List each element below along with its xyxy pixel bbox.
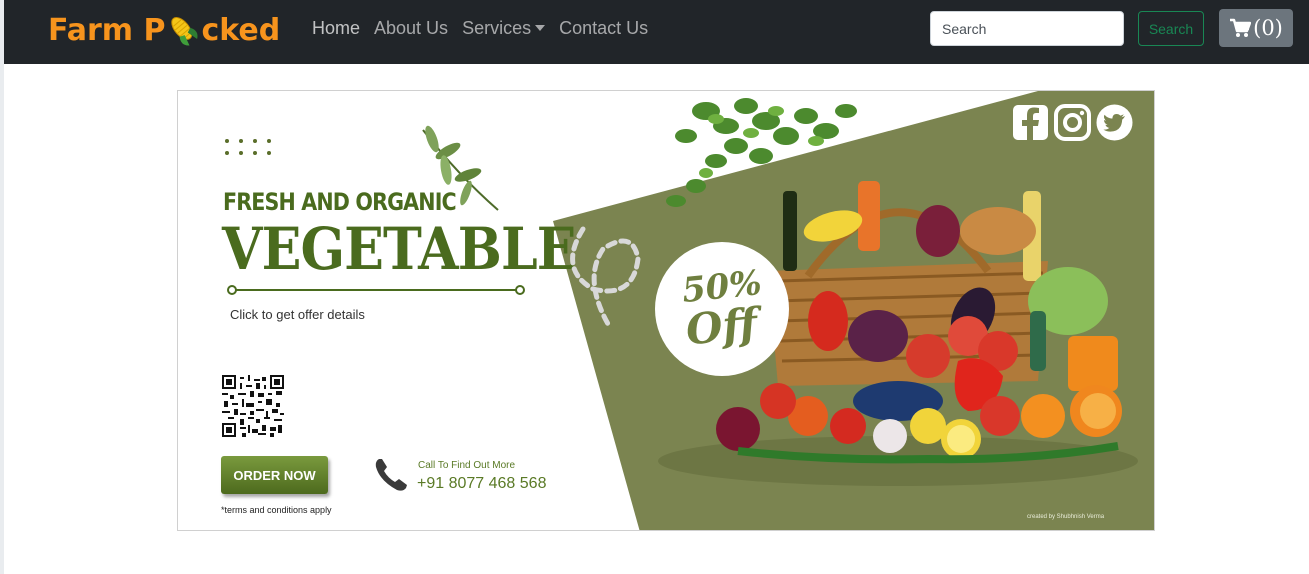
discount-word: Off [683,298,760,355]
headline-big: VEGETABLE [222,215,577,283]
nav-services-dropdown[interactable]: Services [462,16,546,40]
brand-prefix: Farm P [48,12,166,48]
twitter-icon[interactable] [1096,104,1133,141]
call-number[interactable]: +91 8077 468 568 [417,475,546,493]
cart-count: (0) [1253,16,1283,40]
search-input[interactable] [930,11,1124,46]
cart-icon [1230,18,1252,37]
social-icons [1012,104,1133,141]
discount-badge: 50% Off [655,242,789,376]
qr-code-icon [222,375,284,437]
nav-contact-link[interactable]: Contact Us [559,16,648,40]
search-button[interactable]: Search [1138,11,1204,46]
dots-decoration [225,139,271,155]
call-label: Call To Find Out More [418,460,516,471]
navbar: Farm P cked Home About Us Services Conta… [4,0,1309,64]
nav-links: Home About Us Services Contact Us [312,16,662,40]
facebook-icon[interactable] [1012,104,1049,141]
cart-button[interactable]: (0) [1219,9,1293,47]
promo-banner[interactable]: FRESH AND ORGANIC VEGETABLE Click to get… [177,90,1155,531]
offer-details-link[interactable]: Click to get offer details [230,307,365,322]
brand-suffix: cked [201,12,281,48]
instagram-icon[interactable] [1054,104,1091,141]
nav-services-label: Services [462,18,532,38]
chevron-down-icon [535,25,546,31]
headline-small: FRESH AND ORGANIC [223,188,457,216]
nav-home-link[interactable]: Home [312,16,360,40]
page: Farm P cked Home About Us Services Conta… [0,0,1309,574]
terms-note: *terms and conditions apply [221,505,332,515]
brand-logo[interactable]: Farm P cked [48,10,280,50]
headline-underline [227,285,525,295]
nav-about-link[interactable]: About Us [374,16,448,40]
corn-icon [171,17,198,46]
phone-icon [375,459,407,491]
order-now-button[interactable]: ORDER NOW [221,456,328,494]
credit-note: created by Shubhnish Verma [1027,514,1105,520]
